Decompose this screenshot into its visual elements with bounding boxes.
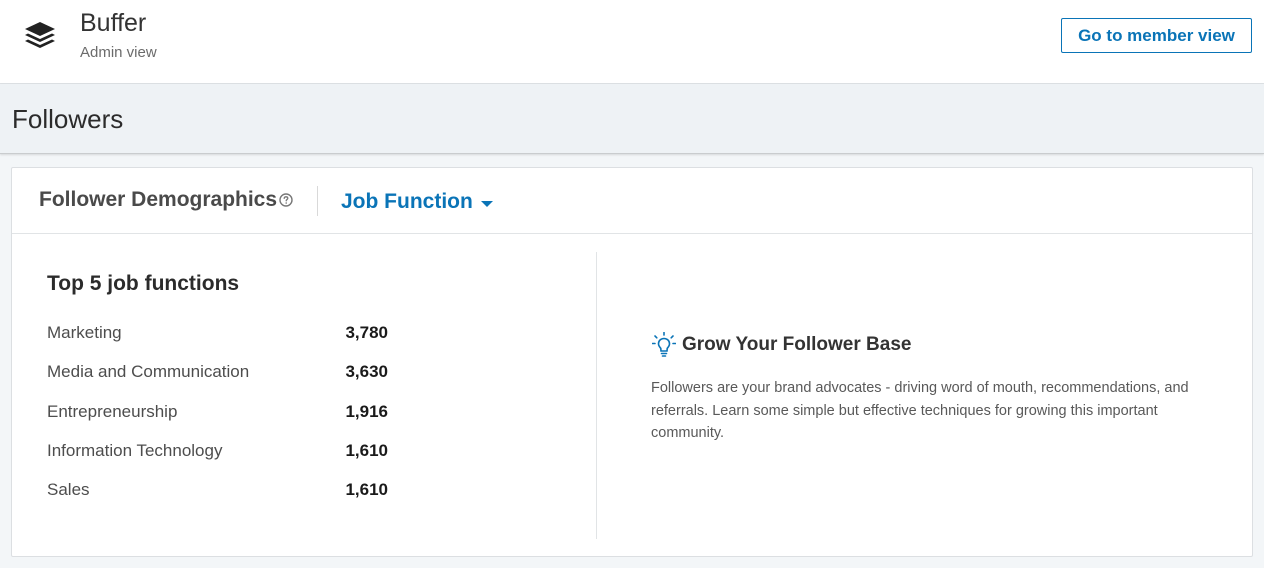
top-bar: Buffer Admin view Go to member view	[0, 0, 1264, 84]
job-function-count: 1,610	[345, 480, 388, 499]
page-title: Followers	[12, 104, 124, 134]
job-function-label: Entrepreneurship	[47, 402, 178, 421]
job-function-count: 1,916	[345, 402, 388, 421]
job-function-count: 1,610	[345, 441, 388, 460]
follower-demographics-card: Follower Demographics Job Function Top 5…	[11, 167, 1253, 557]
tip-body: Followers are your brand advocates - dri…	[651, 380, 1189, 441]
job-function-count: 3,780	[345, 323, 388, 342]
job-function-label: Information Technology	[47, 441, 223, 460]
page-header: Followers	[0, 84, 1264, 154]
buffer-stack-icon[interactable]	[22, 19, 58, 55]
card-header: Follower Demographics Job Function	[12, 168, 1252, 234]
lightbulb-icon	[652, 332, 676, 357]
list-item: Media and Communication 3,630	[47, 362, 388, 386]
dropdown-label: Job Function	[341, 190, 473, 213]
caret-down-icon	[480, 200, 493, 207]
header-divider	[317, 186, 318, 216]
list-title: Top 5 job functions	[47, 272, 240, 295]
org-subtitle: Admin view	[80, 44, 157, 61]
list-item: Sales 1,610	[47, 480, 388, 504]
job-function-label: Marketing	[47, 323, 122, 342]
list-item: Marketing 3,780	[47, 323, 388, 347]
card-title: Follower Demographics	[39, 188, 278, 211]
org-name: Buffer	[80, 9, 147, 37]
job-function-label: Media and Communication	[47, 362, 250, 381]
job-function-dropdown[interactable]: Job Function	[341, 188, 493, 216]
question-circle-icon[interactable]	[279, 193, 293, 207]
list-item: Entrepreneurship 1,916	[47, 402, 388, 426]
job-function-label: Sales	[47, 480, 90, 499]
go-to-member-view-button[interactable]: Go to member view	[1061, 18, 1252, 53]
pane-divider	[596, 252, 597, 539]
tip-title: Grow Your Follower Base	[682, 334, 912, 355]
job-function-count: 3,630	[345, 362, 388, 381]
list-item: Information Technology 1,610	[47, 441, 388, 465]
